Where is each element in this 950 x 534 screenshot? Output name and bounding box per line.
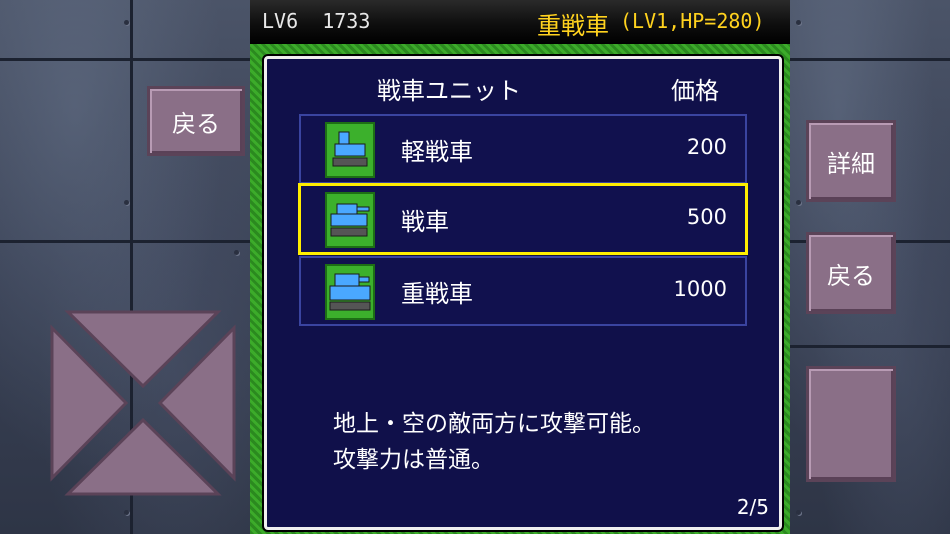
unit-row-heavy-tank[interactable]: 重戦車 1000: [299, 256, 747, 326]
rivet: [796, 510, 801, 515]
plate-seam: [790, 345, 950, 348]
right-back-button[interactable]: 戻る: [806, 232, 896, 314]
unit-price-label: 1000: [673, 277, 727, 301]
left-control-panel: 戻る: [0, 0, 250, 534]
unit-row-tank[interactable]: 戦車 500: [298, 183, 748, 255]
rivet: [124, 200, 129, 205]
unit-name-label: 戦車: [401, 208, 449, 236]
player-level: LV6: [262, 9, 299, 33]
level-and-money: LV6 1733: [262, 9, 370, 33]
selected-unit-name: 重戦車: [537, 12, 609, 40]
unit-name-label: 軽戦車: [401, 138, 473, 166]
unit-description: 地上・空の敵両方に攻撃可能。 攻撃力は普通。: [333, 406, 655, 478]
status-bar: LV6 1733 重戦車 (LV1,HP=280): [250, 0, 790, 46]
detail-label: 詳細: [827, 149, 875, 178]
rivet: [124, 20, 129, 25]
light-tank-icon: [325, 122, 375, 178]
description-line: 攻撃力は普通。: [333, 447, 494, 473]
rivet: [124, 510, 129, 515]
rivet: [796, 20, 801, 25]
plate-seam: [790, 58, 950, 61]
tank-icon: [325, 192, 375, 248]
dpad[interactable]: [48, 308, 238, 498]
left-back-button[interactable]: 戻る: [147, 86, 245, 156]
price-column-header: 価格: [671, 77, 719, 105]
page-indicator: 2/5: [736, 495, 769, 519]
unit-column-header: 戦車ユニット: [377, 77, 521, 105]
unit-price-label: 500: [686, 205, 727, 229]
action-button[interactable]: [806, 366, 896, 482]
right-control-panel: 詳細 戻る: [790, 0, 950, 534]
unit-name-label: 重戦車: [401, 280, 473, 308]
left-back-label: 戻る: [172, 109, 220, 138]
unit-purchase-dialog: 戦車ユニット 価格 軽戦車 200 戦車 500 重戦車 1000 地上・空の敵…: [264, 56, 782, 530]
selected-unit-stats: (LV1,HP=280): [620, 9, 765, 33]
heavy-tank-icon: [325, 264, 375, 320]
description-line: 地上・空の敵両方に攻撃可能。: [333, 411, 655, 437]
player-money: 1733: [322, 9, 371, 33]
plate-seam: [0, 240, 250, 243]
unit-row-light-tank[interactable]: 軽戦車 200: [299, 114, 747, 184]
right-back-label: 戻る: [827, 261, 875, 290]
rivet: [796, 200, 801, 205]
rivet: [234, 250, 239, 255]
unit-price-label: 200: [686, 135, 727, 159]
plate-seam: [0, 58, 250, 61]
detail-button[interactable]: 詳細: [806, 120, 896, 202]
